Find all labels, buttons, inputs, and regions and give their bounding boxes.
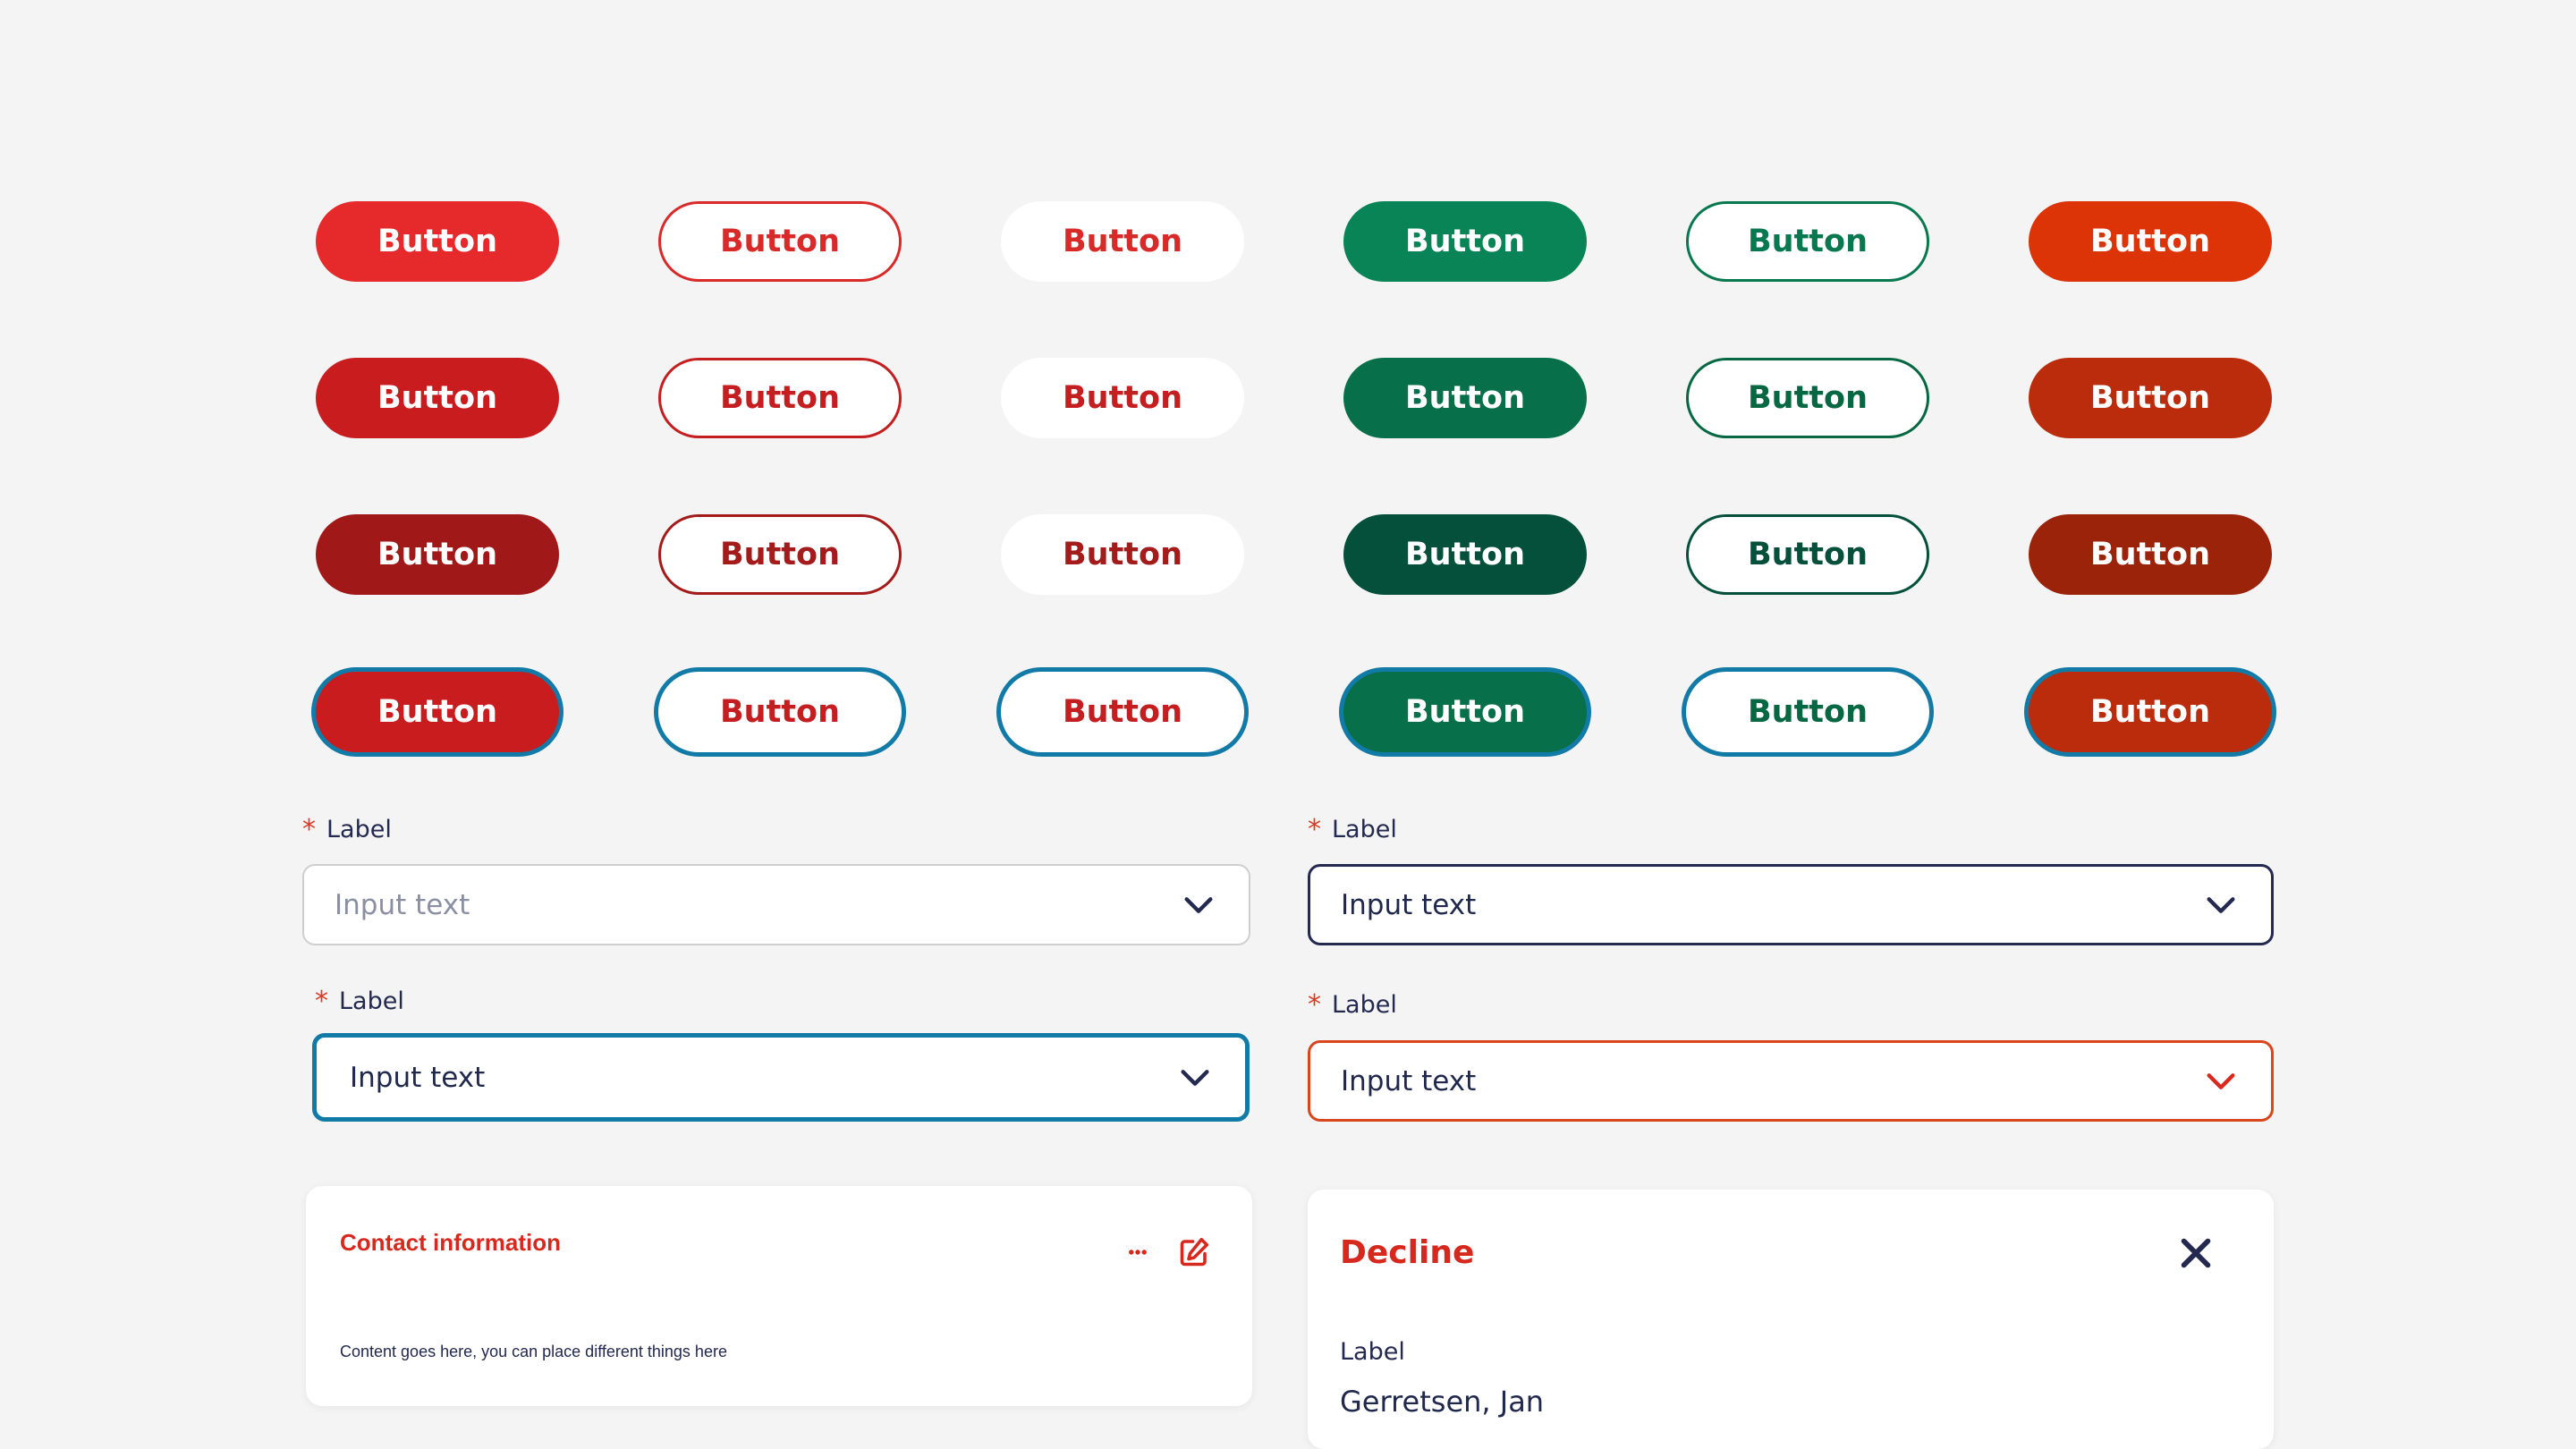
ghost-red-button-pressed[interactable]: Button [1001,514,1244,595]
ghost-red-button-focus[interactable]: Button [996,667,1249,757]
primary-green-button-pressed[interactable]: Button [1343,514,1587,595]
chevron-down-icon [1181,1069,1209,1086]
field-label: * Label [1308,814,1397,845]
outline-green-button-focus[interactable]: Button [1682,667,1934,757]
primary-red-button-hover[interactable]: Button [316,358,559,438]
primary-green-button-focus[interactable]: Button [1339,667,1591,757]
edit-icon[interactable] [1178,1236,1210,1268]
decline-panel: Decline Label Gerretsen, Jan [1308,1190,2274,1449]
outline-green-button[interactable]: Button [1686,201,1929,282]
close-icon[interactable] [2175,1233,2216,1274]
ghost-red-button-hover[interactable]: Button [1001,358,1244,438]
panel-field-value: Gerretsen, Jan [1340,1385,1545,1419]
field-label-text: Label [1332,816,1397,843]
chevron-down-icon [2207,896,2235,913]
outline-red-button-focus[interactable]: Button [654,667,906,757]
required-mark: * [302,814,316,845]
field-label: * Label [1308,989,1397,1021]
field-label-text: Label [1332,991,1397,1019]
primary-red-button-focus[interactable]: Button [311,667,564,757]
primary-green-button[interactable]: Button [1343,201,1587,282]
select-placeholder[interactable]: Input text [302,864,1250,945]
card-content: Content goes here, you can place differe… [340,1343,727,1360]
outline-red-button[interactable]: Button [658,201,902,282]
required-mark: * [1308,989,1321,1021]
primary-orange-button-focus[interactable]: Button [2024,667,2276,757]
panel-title: Decline [1340,1234,1475,1271]
required-mark: * [1308,814,1321,845]
field-label: * Label [315,986,404,1017]
required-mark: * [315,986,328,1017]
primary-red-button[interactable]: Button [316,201,559,282]
primary-orange-button[interactable]: Button [2029,201,2272,282]
select-value: Input text [350,1061,486,1094]
more-icon[interactable] [1120,1241,1156,1263]
card-title: Contact information [340,1229,561,1256]
chevron-down-icon [2207,1072,2235,1089]
outline-red-button-hover[interactable]: Button [658,358,902,438]
outline-green-button-pressed[interactable]: Button [1686,514,1929,595]
select-error[interactable]: Input text [1308,1040,2274,1122]
chevron-down-icon [1184,896,1213,913]
contact-information-card: Contact information Content goes here, y… [306,1186,1252,1406]
field-label-text: Label [326,816,392,843]
select-filled[interactable]: Input text [1308,864,2274,945]
primary-green-button-hover[interactable]: Button [1343,358,1587,438]
ghost-red-button[interactable]: Button [1001,201,1244,282]
field-label: * Label [302,814,392,845]
primary-orange-button-hover[interactable]: Button [2029,358,2272,438]
field-label-text: Label [339,987,404,1015]
select-value: Input text [335,888,470,921]
outline-red-button-pressed[interactable]: Button [658,514,902,595]
select-value: Input text [1341,888,1477,921]
select-focus[interactable]: Input text [312,1033,1250,1122]
outline-green-button-hover[interactable]: Button [1686,358,1929,438]
select-value: Input text [1341,1064,1477,1097]
primary-orange-button-pressed[interactable]: Button [2029,514,2272,595]
primary-red-button-pressed[interactable]: Button [316,514,559,595]
panel-field-label: Label [1340,1338,1405,1366]
